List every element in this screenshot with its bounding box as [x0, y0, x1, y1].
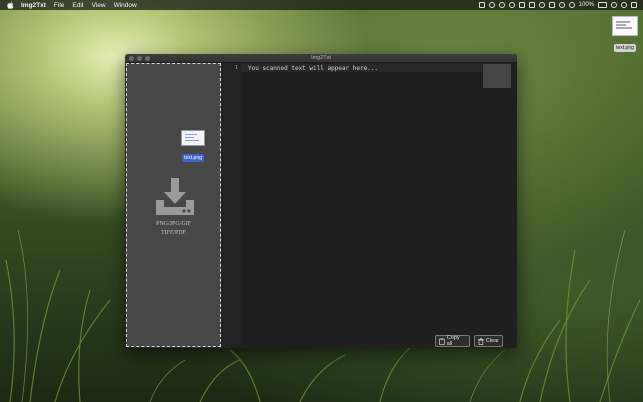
dragged-file-thumbnail: [181, 130, 205, 146]
infinity-icon[interactable]: [508, 2, 515, 8]
battery-percent: 100%: [578, 2, 594, 8]
menu-window[interactable]: Window: [114, 2, 137, 9]
line-number: 1: [234, 65, 238, 71]
volume-icon[interactable]: [568, 2, 575, 8]
download-icon: [156, 178, 194, 215]
dragged-file[interactable]: text.png: [180, 130, 206, 164]
image-drop-zone[interactable]: text.png PNG/JPG/GIF TIFF/PDF: [126, 63, 221, 347]
clipboard-icon: [439, 337, 445, 345]
menu-file[interactable]: File: [54, 2, 64, 9]
clear-button[interactable]: Clear: [474, 335, 503, 347]
screen-icon[interactable]: [518, 2, 525, 8]
g-icon[interactable]: [498, 2, 505, 8]
app-window: Img2Txt text.png PNG/JPG/GIF TIFF/PDF 1 …: [125, 54, 517, 348]
menu-edit[interactable]: Edit: [72, 2, 83, 9]
editor-minimap[interactable]: [483, 64, 511, 88]
clock-icon[interactable]: [611, 2, 617, 8]
window-title: Img2Txt: [311, 55, 331, 61]
menu-view[interactable]: View: [92, 2, 106, 9]
title-bar[interactable]: Img2Txt: [125, 54, 517, 63]
desktop-file[interactable]: text.png: [612, 16, 638, 54]
desktop-file-label: text.png: [614, 44, 636, 52]
text-editor[interactable]: 1 You scanned text will appear here... C…: [221, 63, 517, 348]
copy-all-label: Copy all: [446, 335, 460, 347]
editor-placeholder-text[interactable]: You scanned text will appear here...: [248, 65, 378, 72]
battery-icon[interactable]: [598, 2, 607, 8]
menu-bar: Img2Txt File Edit View Window 100%: [0, 0, 643, 10]
dragged-file-label: text.png: [182, 154, 204, 162]
bluetooth-icon[interactable]: [538, 2, 545, 8]
formats-line-2: TIFF/PDF: [160, 229, 186, 236]
file-thumbnail: [612, 16, 638, 36]
line-gutter: 1: [221, 63, 241, 348]
display-icon[interactable]: [528, 2, 535, 8]
formats-line-1: PNG/JPG/GIF: [155, 221, 191, 227]
flag-icon[interactable]: [548, 2, 555, 8]
trash-icon: [478, 337, 484, 345]
menu-list-icon[interactable]: [631, 2, 637, 8]
supported-formats: PNG/JPG/GIF TIFF/PDF: [127, 220, 220, 237]
apple-icon[interactable]: [6, 1, 14, 9]
clear-label: Clear: [485, 338, 499, 344]
search-icon[interactable]: [621, 2, 627, 8]
camera-icon[interactable]: [478, 2, 485, 8]
wifi-icon[interactable]: [558, 2, 565, 8]
menu-app-name[interactable]: Img2Txt: [21, 2, 46, 9]
bird-icon[interactable]: [488, 2, 495, 8]
status-menus: 100%: [478, 2, 637, 8]
copy-all-button[interactable]: Copy all: [435, 335, 470, 347]
